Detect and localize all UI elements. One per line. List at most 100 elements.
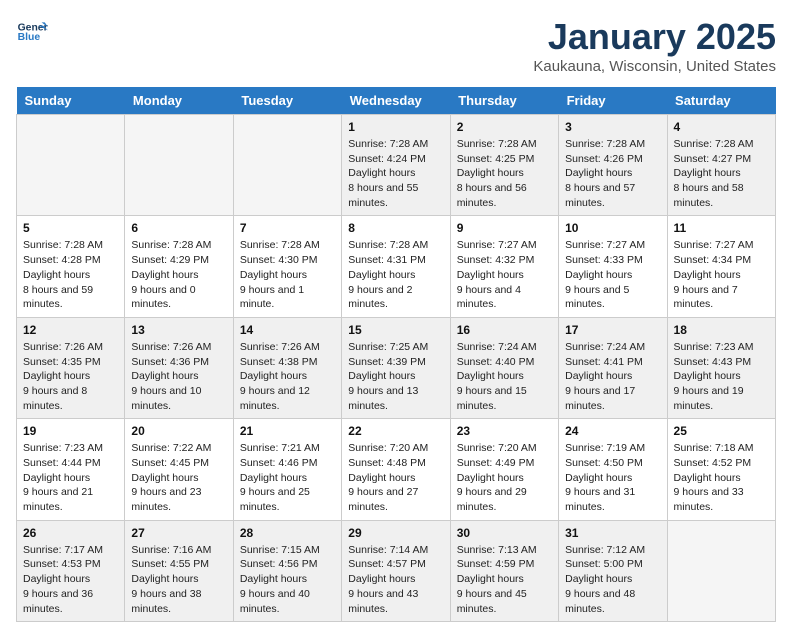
day-number: 27: [131, 526, 226, 540]
cell-details: Sunrise: 7:27 AMSunset: 4:32 PMDaylight …: [457, 238, 552, 311]
calendar-cell: 21 Sunrise: 7:21 AMSunset: 4:46 PMDayligh…: [233, 419, 341, 520]
calendar-cell: 14 Sunrise: 7:26 AMSunset: 4:38 PMDayligh…: [233, 317, 341, 418]
weekday-header-thursday: Thursday: [450, 87, 558, 115]
cell-details: Sunrise: 7:28 AMSunset: 4:28 PMDaylight …: [23, 238, 118, 311]
calendar-cell: 25 Sunrise: 7:18 AMSunset: 4:52 PMDayligh…: [667, 419, 775, 520]
cell-details: Sunrise: 7:27 AMSunset: 4:34 PMDaylight …: [674, 238, 769, 311]
day-number: 10: [565, 221, 660, 235]
title-block: January 2025 Kaukauna, Wisconsin, United…: [533, 16, 776, 75]
day-number: 2: [457, 120, 552, 134]
logo-icon: General Blue: [16, 16, 48, 48]
calendar-cell: 7Sunrise: 7:28 AMSunset: 4:30 PMDaylight…: [233, 216, 341, 317]
day-number: 16: [457, 323, 552, 337]
calendar-cell: 23 Sunrise: 7:20 AMSunset: 4:49 PMDayligh…: [450, 419, 558, 520]
calendar-cell: 12Sunrise: 7:26 AMSunset: 4:35 PMDayligh…: [17, 317, 125, 418]
day-number: 24: [565, 424, 660, 438]
day-number: 26: [23, 526, 118, 540]
cell-details: Sunrise: 7:28 AMSunset: 4:27 PMDaylight …: [674, 137, 769, 210]
cell-details: Sunrise: 7:20 AMSunset: 4:49 PMDaylight …: [457, 441, 552, 514]
week-row-1: 5 Sunrise: 7:28 AMSunset: 4:28 PMDaylight…: [17, 216, 776, 317]
cell-details: Sunrise: 7:19 AMSunset: 4:50 PMDaylight …: [565, 441, 660, 514]
calendar-cell: 26 Sunrise: 7:17 AMSunset: 4:53 PMDayligh…: [17, 520, 125, 621]
day-number: 23: [457, 424, 552, 438]
cell-details: Sunrise: 7:23 AMSunset: 4:43 PMDaylight …: [674, 340, 769, 413]
calendar-cell: 17 Sunrise: 7:24 AMSunset: 4:41 PMDayligh…: [559, 317, 667, 418]
day-number: 21: [240, 424, 335, 438]
calendar-cell: 1 Sunrise: 7:28 AMSunset: 4:24 PMDaylight…: [342, 115, 450, 216]
day-number: 8: [348, 221, 443, 235]
calendar-cell: 3Sunrise: 7:28 AMSunset: 4:26 PMDaylight…: [559, 115, 667, 216]
week-row-2: 12Sunrise: 7:26 AMSunset: 4:35 PMDayligh…: [17, 317, 776, 418]
calendar-cell: 6Sunrise: 7:28 AMSunset: 4:29 PMDaylight…: [125, 216, 233, 317]
cell-details: Sunrise: 7:12 AMSunset: 5:00 PMDaylight …: [565, 543, 660, 616]
calendar-cell: [17, 115, 125, 216]
weekday-header-row: SundayMondayTuesdayWednesdayThursdayFrid…: [17, 87, 776, 115]
calendar-cell: 31 Sunrise: 7:12 AMSunset: 5:00 PMDayligh…: [559, 520, 667, 621]
calendar-cell: 28 Sunrise: 7:15 AMSunset: 4:56 PMDayligh…: [233, 520, 341, 621]
calendar-cell: 5 Sunrise: 7:28 AMSunset: 4:28 PMDaylight…: [17, 216, 125, 317]
calendar-cell: 2Sunrise: 7:28 AMSunset: 4:25 PMDaylight…: [450, 115, 558, 216]
location: Kaukauna, Wisconsin, United States: [533, 58, 776, 75]
cell-details: Sunrise: 7:27 AMSunset: 4:33 PMDaylight …: [565, 238, 660, 311]
day-number: 7: [240, 221, 335, 235]
calendar-cell: 4 Sunrise: 7:28 AMSunset: 4:27 PMDaylight…: [667, 115, 775, 216]
cell-details: Sunrise: 7:26 AMSunset: 4:38 PMDaylight …: [240, 340, 335, 413]
cell-details: Sunrise: 7:16 AMSunset: 4:55 PMDaylight …: [131, 543, 226, 616]
day-number: 13: [131, 323, 226, 337]
day-number: 1: [348, 120, 443, 134]
day-number: 11: [674, 221, 769, 235]
day-number: 30: [457, 526, 552, 540]
day-number: 5: [23, 221, 118, 235]
calendar-cell: 8Sunrise: 7:28 AMSunset: 4:31 PMDaylight…: [342, 216, 450, 317]
cell-details: Sunrise: 7:17 AMSunset: 4:53 PMDaylight …: [23, 543, 118, 616]
day-number: 14: [240, 323, 335, 337]
calendar-cell: 9 Sunrise: 7:27 AMSunset: 4:32 PMDaylight…: [450, 216, 558, 317]
week-row-3: 19Sunrise: 7:23 AMSunset: 4:44 PMDayligh…: [17, 419, 776, 520]
weekday-header-monday: Monday: [125, 87, 233, 115]
day-number: 28: [240, 526, 335, 540]
month-title: January 2025: [533, 16, 776, 58]
weekday-header-sunday: Sunday: [17, 87, 125, 115]
cell-details: Sunrise: 7:15 AMSunset: 4:56 PMDaylight …: [240, 543, 335, 616]
day-number: 31: [565, 526, 660, 540]
cell-details: Sunrise: 7:28 AMSunset: 4:26 PMDaylight …: [565, 137, 660, 210]
day-number: 18: [674, 323, 769, 337]
day-number: 25: [674, 424, 769, 438]
cell-details: Sunrise: 7:24 AMSunset: 4:40 PMDaylight …: [457, 340, 552, 413]
calendar-cell: 16 Sunrise: 7:24 AMSunset: 4:40 PMDayligh…: [450, 317, 558, 418]
cell-details: Sunrise: 7:25 AMSunset: 4:39 PMDaylight …: [348, 340, 443, 413]
calendar-cell: 27 Sunrise: 7:16 AMSunset: 4:55 PMDayligh…: [125, 520, 233, 621]
calendar-cell: 18 Sunrise: 7:23 AMSunset: 4:43 PMDayligh…: [667, 317, 775, 418]
calendar-cell: 11 Sunrise: 7:27 AMSunset: 4:34 PMDayligh…: [667, 216, 775, 317]
calendar-cell: 10 Sunrise: 7:27 AMSunset: 4:33 PMDayligh…: [559, 216, 667, 317]
day-number: 29: [348, 526, 443, 540]
calendar-cell: 22Sunrise: 7:20 AMSunset: 4:48 PMDayligh…: [342, 419, 450, 520]
day-number: 17: [565, 323, 660, 337]
calendar-cell: 20Sunrise: 7:22 AMSunset: 4:45 PMDayligh…: [125, 419, 233, 520]
day-number: 15: [348, 323, 443, 337]
cell-details: Sunrise: 7:18 AMSunset: 4:52 PMDaylight …: [674, 441, 769, 514]
calendar-cell: 15 Sunrise: 7:25 AMSunset: 4:39 PMDayligh…: [342, 317, 450, 418]
svg-text:Blue: Blue: [18, 32, 41, 43]
weekday-header-friday: Friday: [559, 87, 667, 115]
day-number: 22: [348, 424, 443, 438]
week-row-0: 1 Sunrise: 7:28 AMSunset: 4:24 PMDaylight…: [17, 115, 776, 216]
weekday-header-wednesday: Wednesday: [342, 87, 450, 115]
calendar-cell: [667, 520, 775, 621]
cell-details: Sunrise: 7:21 AMSunset: 4:46 PMDaylight …: [240, 441, 335, 514]
day-number: 19: [23, 424, 118, 438]
cell-details: Sunrise: 7:24 AMSunset: 4:41 PMDaylight …: [565, 340, 660, 413]
cell-details: Sunrise: 7:28 AMSunset: 4:24 PMDaylight …: [348, 137, 443, 210]
day-number: 4: [674, 120, 769, 134]
calendar-cell: 30 Sunrise: 7:13 AMSunset: 4:59 PMDayligh…: [450, 520, 558, 621]
cell-details: Sunrise: 7:26 AMSunset: 4:36 PMDaylight …: [131, 340, 226, 413]
day-number: 20: [131, 424, 226, 438]
cell-details: Sunrise: 7:13 AMSunset: 4:59 PMDaylight …: [457, 543, 552, 616]
calendar-cell: 24 Sunrise: 7:19 AMSunset: 4:50 PMDayligh…: [559, 419, 667, 520]
calendar-cell: 13 Sunrise: 7:26 AMSunset: 4:36 PMDayligh…: [125, 317, 233, 418]
calendar-table: SundayMondayTuesdayWednesdayThursdayFrid…: [16, 87, 776, 622]
day-number: 9: [457, 221, 552, 235]
page-header: General Blue January 2025 Kaukauna, Wisc…: [16, 16, 776, 75]
weekday-header-tuesday: Tuesday: [233, 87, 341, 115]
calendar-cell: 19Sunrise: 7:23 AMSunset: 4:44 PMDayligh…: [17, 419, 125, 520]
